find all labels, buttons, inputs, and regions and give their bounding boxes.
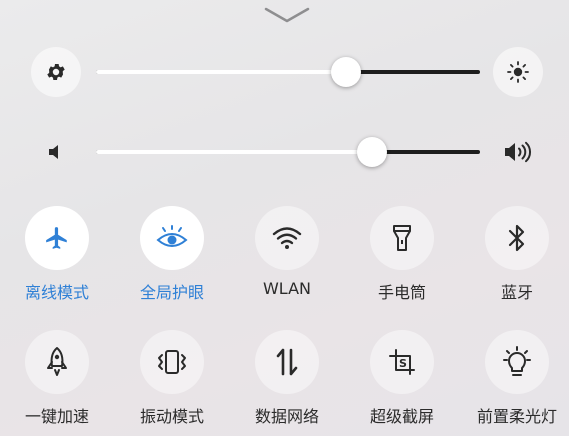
volume-max-button[interactable] [493,127,543,177]
rocket-icon [45,346,69,378]
mobile-data-icon [275,347,299,377]
volume-fill [96,150,373,154]
chevron-down-icon[interactable] [263,6,311,24]
eye-icon [155,225,189,251]
brightness-track[interactable] [96,57,480,87]
toggle-eye-protection[interactable]: 全局护眼 [117,206,227,306]
volume-slider-row [0,122,569,182]
vibrate-icon [156,348,188,376]
brightness-thumb[interactable] [330,57,361,87]
toggle-front-soft-light[interactable]: 前置柔光灯 [462,330,569,430]
toggle-label: 前置柔光灯 [476,407,557,426]
toggle-circle[interactable] [140,330,204,394]
toggle-circle[interactable] [25,330,89,394]
toggle-label: 振动模式 [139,407,204,426]
brightness-max-button[interactable] [493,47,543,97]
toggle-circle[interactable] [25,206,89,270]
toggle-airplane-mode[interactable]: 离线模式 [2,206,112,306]
toggle-circle[interactable] [255,206,319,270]
volume-min-button[interactable] [31,127,81,177]
toggle-label: 超级截屏 [369,407,434,426]
gear-icon [45,61,67,83]
toggle-circle[interactable]: S [370,330,434,394]
toggle-flashlight[interactable]: 手电筒 [347,206,457,306]
toggle-mobile-data[interactable]: 数据网络 [232,330,342,430]
brightness-slider-row [0,42,569,102]
toggle-wlan[interactable]: WLAN [232,206,342,306]
volume-track[interactable] [96,137,480,167]
toggle-label: WLAN [262,279,311,298]
toggle-circle[interactable] [255,330,319,394]
volume-mute-icon [46,142,66,162]
toggle-label: 手电筒 [377,283,426,302]
super-screenshot-icon: S [388,348,416,376]
toggle-super-screenshot[interactable]: S 超级截屏 [347,330,457,430]
brightness-sun-icon [506,60,530,84]
toggle-label: 蓝牙 [500,283,533,302]
flashlight-icon [391,224,413,252]
toggle-circle[interactable] [370,206,434,270]
volume-high-icon [503,141,533,163]
toggle-one-tap-boost[interactable]: 一键加速 [2,330,112,430]
brightness-fill [96,70,346,74]
front-light-bulb-icon [502,346,532,378]
airplane-icon [44,225,70,251]
toggle-circle[interactable] [140,206,204,270]
toggle-label: 数据网络 [254,407,319,426]
auto-brightness-button[interactable] [31,47,81,97]
svg-text:S: S [399,357,407,370]
toggle-vibrate-mode[interactable]: 振动模式 [117,330,227,430]
toggle-label: 全局护眼 [139,283,204,302]
toggle-label: 离线模式 [24,283,89,302]
toggle-bluetooth[interactable]: 蓝牙 [462,206,569,306]
toggle-label: 一键加速 [24,407,89,426]
bluetooth-icon [507,223,527,253]
wifi-icon [272,226,302,250]
toggle-circle[interactable] [485,206,549,270]
toggle-circle[interactable] [485,330,549,394]
volume-thumb[interactable] [357,137,388,167]
